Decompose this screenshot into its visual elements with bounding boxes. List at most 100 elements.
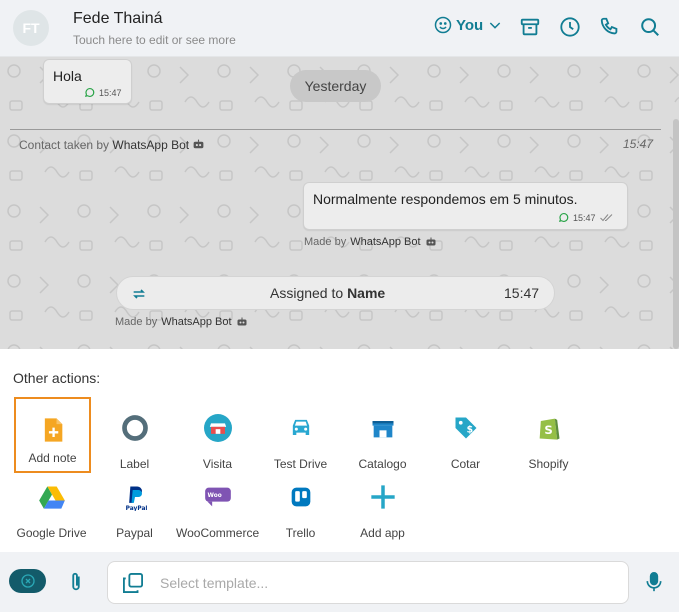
shopify-icon: S <box>539 418 559 440</box>
made-by-prefix: Made by <box>115 316 158 328</box>
app-label: Paypal <box>116 526 153 540</box>
app-cotar[interactable]: $ Cotar <box>424 405 507 471</box>
app-label: Add app <box>360 526 405 540</box>
app-test-drive[interactable]: Test Drive <box>259 405 342 471</box>
assignment-prefix: Assigned to <box>270 285 344 301</box>
robot-icon <box>194 139 204 149</box>
app-label: Add note <box>28 451 77 465</box>
robot-icon <box>237 317 247 326</box>
app-catalogo[interactable]: Catalogo <box>341 405 424 471</box>
message-time: 15:47 <box>99 87 122 98</box>
whatsapp-icon <box>85 88 95 97</box>
contact-taken-bot: WhatsApp Bot <box>112 138 190 152</box>
contact-taken-notice: Contact taken by WhatsApp Bot <box>19 138 205 152</box>
whatsapp-icon <box>559 213 569 222</box>
message-meta: 15:47 <box>558 212 614 223</box>
search-button[interactable] <box>639 16 661 38</box>
divider <box>10 129 661 130</box>
smiley-icon <box>434 16 452 34</box>
app-woocommerce[interactable]: Woo WooCommerce <box>176 474 259 540</box>
paperclip-icon <box>72 572 80 591</box>
template-input[interactable] <box>160 572 600 594</box>
chat-header: FT Fede Thainá Touch here to edit or see… <box>0 0 679 57</box>
avatar[interactable]: FT <box>13 10 49 46</box>
paypal-icon: PayPal <box>125 486 147 511</box>
chevron-down-icon <box>490 22 501 29</box>
label-icon <box>121 415 148 441</box>
app-visita[interactable]: Visita <box>176 405 259 471</box>
contact-taken-time: 15:47 <box>622 137 653 151</box>
app-label: Label <box>119 457 150 471</box>
assignment-notice: Assigned to Name 15:47 <box>116 276 555 310</box>
made-by-note: Made by WhatsApp Bot <box>304 236 437 248</box>
call-button[interactable] <box>599 16 621 38</box>
archive-button[interactable] <box>519 16 541 38</box>
message-bubble[interactable]: Hola 15:47 <box>43 59 132 104</box>
attach-button[interactable] <box>67 571 85 593</box>
other-actions-panel: Other actions: Add note Label Visita Tes… <box>0 349 679 552</box>
phone-icon <box>600 17 618 35</box>
app-label: Trello <box>285 526 316 540</box>
message-bubble[interactable]: Normalmente respondemos em 5 minutos. 15… <box>303 182 628 230</box>
app-add-app[interactable]: Add app <box>341 474 424 540</box>
assignee-dropdown[interactable]: You <box>434 16 503 34</box>
swap-arrows-icon <box>133 289 145 299</box>
svg-text:S: S <box>544 423 552 437</box>
assignment-time: 15:47 <box>504 285 540 301</box>
search-icon <box>641 18 659 36</box>
catalog-store-icon <box>372 421 393 438</box>
assignee-label: You <box>456 16 484 34</box>
trello-icon <box>291 487 310 507</box>
app-google-drive[interactable]: Google Drive <box>10 474 93 540</box>
woocommerce-icon: Woo <box>204 487 231 507</box>
svg-text:PayPal: PayPal <box>125 506 147 511</box>
copy-icon <box>123 573 143 593</box>
archive-icon <box>520 18 540 36</box>
message-time: 15:47 <box>573 212 596 223</box>
composer-bar <box>0 552 679 612</box>
plus-icon <box>370 485 395 509</box>
app-label: Test Drive <box>273 457 328 471</box>
close-actions-toggle[interactable] <box>9 569 46 593</box>
chat-area[interactable]: Hola 15:47 Yesterday Contact taken by Wh… <box>0 57 679 349</box>
svg-text:$: $ <box>466 425 473 436</box>
schedule-button[interactable] <box>559 16 581 38</box>
app-label: Shopify <box>528 457 569 471</box>
svg-text:Woo: Woo <box>207 493 221 499</box>
app-paypal[interactable]: PayPal Paypal <box>93 474 176 540</box>
car-icon <box>292 419 309 435</box>
voice-record-button[interactable] <box>644 571 664 593</box>
app-trello[interactable]: Trello <box>259 474 342 540</box>
template-selector[interactable] <box>107 561 629 604</box>
robot-icon <box>426 237 436 246</box>
double-check-icon <box>599 214 612 222</box>
other-actions-title: Other actions: <box>13 370 101 386</box>
app-add-note[interactable]: Add note <box>14 397 91 473</box>
assignment-name: Name <box>347 285 386 301</box>
message-text: Hola <box>53 68 82 84</box>
made-by-note: Made by WhatsApp Bot <box>115 316 248 328</box>
made-by-prefix: Made by <box>304 236 347 248</box>
app-label: Visita <box>202 457 233 471</box>
microphone-icon <box>646 572 662 592</box>
contact-taken-prefix: Contact taken by <box>19 138 110 152</box>
app-label-action[interactable]: Label <box>93 405 176 471</box>
app-shopify[interactable]: S Shopify <box>507 405 590 471</box>
message-meta: 15:47 <box>84 87 122 98</box>
chat-scrollbar[interactable] <box>673 119 679 349</box>
app-label: Catalogo <box>358 457 407 471</box>
close-circle-icon <box>20 574 35 588</box>
assignment-label: Assigned to Name <box>270 285 385 301</box>
made-by-bot: WhatsApp Bot <box>350 236 421 248</box>
google-drive-icon <box>38 486 65 509</box>
contact-name[interactable]: Fede Thainá <box>73 10 163 28</box>
day-separator: Yesterday <box>290 70 381 102</box>
clock-icon <box>560 17 580 37</box>
store-icon <box>203 414 232 442</box>
made-by-bot: WhatsApp Bot <box>161 316 232 328</box>
add-note-icon <box>44 418 62 442</box>
contact-subtitle[interactable]: Touch here to edit or see more <box>73 33 236 47</box>
app-label: WooCommerce <box>176 526 260 540</box>
price-tag-icon: $ <box>455 417 476 439</box>
message-text: Normalmente respondemos em 5 minutos. <box>313 191 578 207</box>
